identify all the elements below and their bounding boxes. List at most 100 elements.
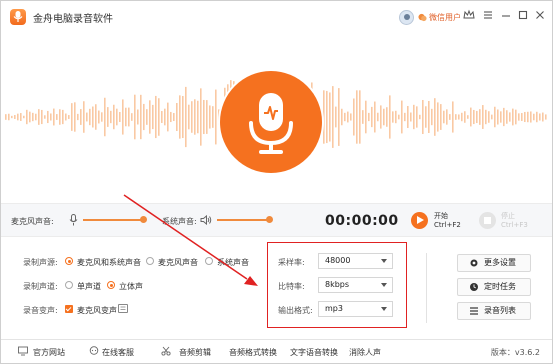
waveform-bar [197, 100, 199, 134]
waveform-bar [416, 106, 418, 128]
waveform-bar [68, 115, 70, 119]
waveform-bar [155, 95, 157, 139]
waveform-bar [344, 112, 346, 122]
recording-timer: 00:00:00 [325, 213, 399, 229]
waveform-bar [200, 88, 202, 146]
stop-record-label[interactable]: 停止 Ctrl+F3 [501, 212, 528, 230]
source-option-system[interactable]: 系统声音 [217, 257, 249, 268]
waveform-bar [518, 113, 520, 121]
waveform-bar [473, 109, 475, 125]
list-icon [470, 307, 478, 315]
waveform-bar [185, 86, 187, 148]
scheduled-task-button[interactable]: 定时任务 [457, 278, 531, 296]
avatar[interactable] [399, 9, 414, 25]
maximize-icon[interactable] [516, 9, 530, 23]
waveform-bar [425, 106, 427, 128]
system-volume-slider-knob[interactable] [266, 216, 273, 223]
source-radio-mic[interactable] [146, 257, 154, 265]
waveform-bar [533, 113, 535, 121]
waveform-bar [461, 112, 463, 122]
waveform-bar [80, 109, 82, 125]
waveform-bar [191, 101, 193, 133]
mic-volume-slider-knob[interactable] [140, 216, 147, 223]
waveform-bar [134, 94, 136, 140]
stop-record-button[interactable] [479, 212, 496, 229]
waveform-bar [116, 108, 118, 126]
waveform-bar [62, 109, 64, 125]
waveform-bar [8, 113, 10, 121]
mic-volume-slider[interactable] [83, 219, 143, 221]
waveform-bar [128, 107, 130, 127]
output-format-select[interactable]: mp3 [318, 301, 393, 317]
online-service-link[interactable]: 在线客服 [102, 347, 134, 358]
channel-radio-mono[interactable] [65, 281, 73, 289]
system-volume-slider[interactable] [217, 219, 270, 221]
start-record-label[interactable]: 开始 Ctrl+F2 [434, 212, 461, 230]
waveform-bar [446, 109, 448, 125]
waveform-bar [437, 102, 439, 132]
wechat-icon [418, 13, 427, 21]
waveform-bar [380, 105, 382, 129]
start-record-button[interactable] [411, 212, 428, 229]
recording-list-button[interactable]: 录音列表 [457, 302, 531, 320]
waveform-bar [326, 90, 328, 144]
waveform-bar [374, 101, 376, 133]
waveform-bar [413, 104, 415, 130]
waveform-bar [353, 98, 355, 136]
waveform-bar [122, 99, 124, 135]
audio-edit-link[interactable]: 音频剪辑 [179, 347, 211, 358]
crown-icon[interactable] [462, 9, 476, 23]
waveform-bar [482, 105, 484, 129]
speaker-icon [200, 214, 212, 226]
minimize-icon[interactable] [499, 9, 513, 23]
more-settings-button[interactable]: 更多设置 [457, 254, 531, 272]
waveform-bar [53, 108, 55, 126]
waveform-bar [188, 104, 190, 130]
audio-convert-link[interactable]: 音频格式转换 [229, 347, 277, 358]
waveform-bar [332, 86, 334, 148]
waveform-bar [335, 106, 337, 128]
waveform-bar [47, 110, 49, 124]
sample-rate-select[interactable]: 48000 [318, 253, 393, 269]
waveform-bar [503, 107, 505, 127]
waveform-bar [41, 109, 43, 125]
waveform-bar [386, 107, 388, 127]
source-radio-mic-and-system[interactable] [65, 257, 73, 265]
app-window: 金舟电脑录音软件 微信用户 麦克风声音: 系统声音: 00:00:00 开始 C… [0, 0, 553, 364]
waveform-bar [101, 112, 103, 122]
user-name[interactable]: 微信用户 [429, 12, 461, 23]
user-account[interactable]: 微信用户 [399, 9, 461, 25]
source-option-mic[interactable]: 麦克风声音 [158, 257, 198, 268]
waveform-bar [434, 98, 436, 136]
source-option-mic-and-system[interactable]: 麦克风和系统声音 [77, 257, 141, 268]
channel-radio-stereo[interactable] [107, 281, 115, 289]
close-icon[interactable] [533, 9, 547, 23]
waveform-bar [497, 109, 499, 125]
waveform-bar [347, 111, 349, 123]
voice-change-label: 录音变声: [23, 306, 58, 315]
waveform-bar [443, 110, 445, 124]
text-to-speech-link[interactable]: 文字语音转换 [290, 347, 338, 358]
voice-change-checkbox[interactable] [65, 305, 73, 313]
bitrate-select[interactable]: 8kbps [318, 277, 393, 293]
waveform-bar [215, 89, 217, 145]
voice-settings-icon[interactable] [118, 304, 128, 313]
waveform-bar [539, 113, 541, 121]
waveform-bar [464, 111, 466, 123]
vocal-removal-link[interactable]: 消除人声 [349, 347, 381, 358]
waveform-bar [449, 114, 451, 120]
channel-label: 录制声道: [23, 282, 58, 291]
official-website-link[interactable]: 官方网站 [33, 347, 65, 358]
waveform-bar [392, 111, 394, 123]
waveform-bar [368, 112, 370, 122]
waveform-bar [71, 103, 73, 131]
waveform-bar [395, 110, 397, 124]
waveform-bar [95, 104, 97, 130]
channel-option-stereo[interactable]: 立体声 [119, 281, 143, 292]
waveform-bar [56, 114, 58, 120]
menu-icon[interactable] [481, 9, 495, 23]
waveform-bar [524, 111, 526, 123]
source-radio-system[interactable] [205, 257, 213, 265]
channel-option-mono[interactable]: 单声道 [77, 281, 101, 292]
voice-change-option[interactable]: 麦克风变声 [77, 305, 117, 316]
